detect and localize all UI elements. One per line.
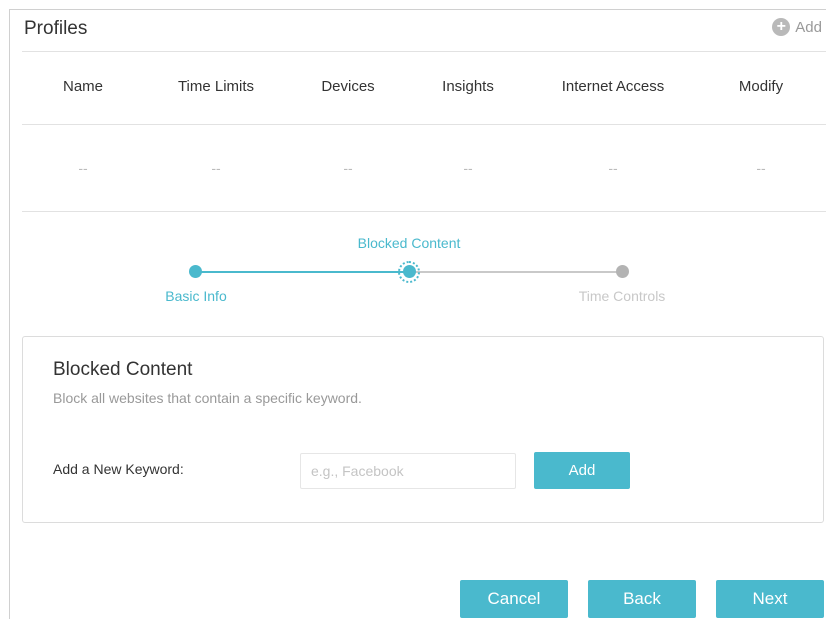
step-dot-active-icon <box>403 265 416 278</box>
column-header-time-limits: Time Limits <box>177 78 255 95</box>
divider <box>22 211 826 212</box>
page-title: Profiles <box>24 18 88 39</box>
step-connector-pending <box>409 271 622 273</box>
keyword-input[interactable] <box>300 453 516 489</box>
progress-stepper: Basic Info Blocked Content Time Controls <box>0 230 826 310</box>
next-button[interactable]: Next <box>716 580 824 618</box>
step-dot-completed-icon <box>189 265 202 278</box>
back-button[interactable]: Back <box>588 580 696 618</box>
add-keyword-button[interactable]: Add <box>534 452 630 489</box>
table-cell: -- <box>608 160 618 176</box>
divider <box>22 124 826 125</box>
divider <box>22 51 826 52</box>
keyword-field-label: Add a New Keyword: <box>53 461 184 477</box>
step-label-blocked-content: Blocked Content <box>357 235 461 251</box>
add-profile-button[interactable]: + Add <box>772 18 822 36</box>
blocked-content-card: Blocked Content Block all websites that … <box>22 336 824 523</box>
card-title: Blocked Content <box>53 359 193 380</box>
column-header-devices: Devices <box>321 78 375 95</box>
step-connector-completed <box>196 271 409 273</box>
step-dot-pending-icon <box>616 265 629 278</box>
add-profile-label: Add <box>795 18 822 36</box>
table-cell: -- <box>463 160 473 176</box>
plus-circle-icon: + <box>772 18 791 36</box>
table-header: Name Time Limits Devices Insights Intern… <box>22 58 826 120</box>
cancel-button[interactable]: Cancel <box>460 580 568 618</box>
table-row: -- -- -- -- -- -- <box>22 128 826 208</box>
card-description: Block all websites that contain a specif… <box>53 390 362 406</box>
table-cell: -- <box>211 160 221 176</box>
table-cell: -- <box>756 160 766 176</box>
column-header-insights: Insights <box>442 78 494 95</box>
column-header-internet-access: Internet Access <box>561 78 665 95</box>
column-header-modify: Modify <box>738 78 784 95</box>
step-label-basic-info: Basic Info <box>165 288 227 304</box>
table-cell: -- <box>343 160 353 176</box>
table-cell: -- <box>78 160 88 176</box>
column-header-name: Name <box>62 78 104 95</box>
step-label-time-controls: Time Controls <box>578 288 666 304</box>
